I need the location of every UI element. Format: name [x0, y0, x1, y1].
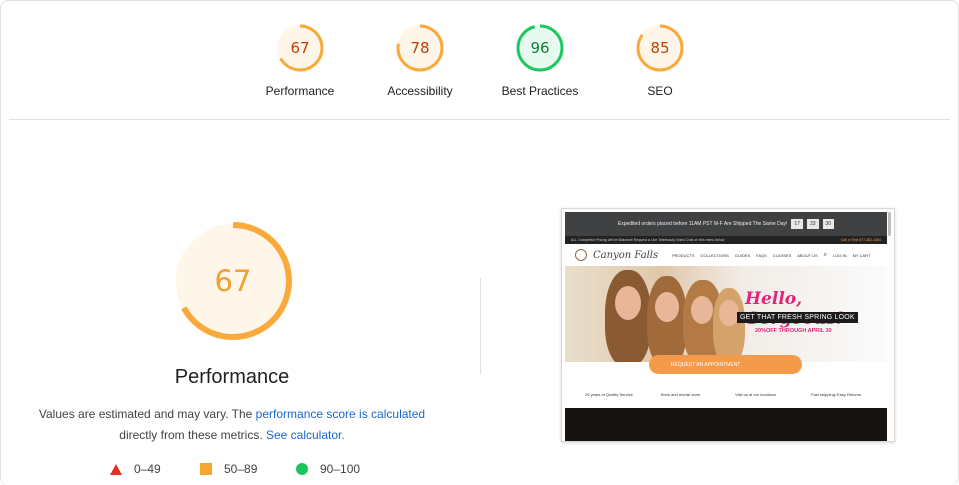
vertical-divider: [480, 278, 481, 374]
nav-collections: COLLECTIONS: [700, 252, 729, 258]
hero-face: [691, 296, 713, 324]
appointment-label: REQUEST AN APPOINTMENT: [671, 361, 741, 368]
nav-cart: MY CART: [852, 252, 871, 258]
site-nav: Canyon Falls PRODUCTS COLLECTIONS GUIDES…: [565, 244, 887, 266]
gauge-ring: 85: [636, 24, 684, 72]
site-logo: Canyon Falls: [593, 249, 659, 261]
gauge-ring: 67: [276, 24, 324, 72]
dark-section: [565, 408, 887, 441]
countdown-hours: 17: [791, 219, 803, 229]
feature-store: Brick and mortar store: [661, 392, 701, 397]
feature-shipping: Fast shipping/ Easy Returns: [811, 392, 862, 397]
legend-range: 50–89: [224, 462, 258, 476]
legend-average: 50–89: [200, 462, 257, 476]
search-icon: ⌕: [823, 251, 827, 258]
countdown-minutes: 33: [806, 219, 819, 229]
score-summary: 67 Performance 78 Accessibility 96 Best …: [0, 22, 959, 112]
nav-classes: CLASSES: [772, 252, 792, 258]
feature-locations: Visit us at our locations: [735, 392, 777, 397]
score-calculated-link[interactable]: performance score is calculated: [256, 407, 425, 421]
hero-face: [655, 292, 679, 322]
gauge-label: Accessibility: [387, 84, 453, 98]
gauge-score: 96: [530, 39, 549, 57]
feature-service: 25 years of Quality Service: [585, 392, 633, 397]
final-screenshot[interactable]: Expedited orders placed before 11AM PST …: [561, 208, 895, 442]
gauge-label: Best Practices: [501, 84, 579, 98]
gauge-score: 67: [290, 39, 309, 57]
gauge-seo[interactable]: 85 SEO: [605, 22, 715, 98]
hero-subhead: GET THAT FRESH SPRING LOOK: [737, 312, 858, 323]
nav-products: PRODUCTS: [672, 252, 695, 258]
logo-mark-icon: [575, 249, 587, 261]
note-text-2: directly from these metrics.: [119, 428, 266, 442]
gauge-ring: 78: [396, 24, 444, 72]
nav-faqs: FAQS: [756, 252, 767, 258]
circle-icon: [296, 463, 308, 475]
triangle-icon: [110, 463, 122, 475]
hero-headline: Hello, Gorgeous!: [745, 289, 843, 329]
countdown-seconds: 30: [822, 219, 835, 229]
section-divider: [9, 119, 950, 120]
gauge-label: SEO: [647, 84, 673, 98]
gauge-performance[interactable]: 67 Performance: [245, 22, 355, 98]
performance-score-large: 67: [215, 264, 252, 298]
performance-title: Performance: [174, 366, 290, 388]
gauge-accessibility[interactable]: 78 Accessibility: [365, 22, 475, 98]
gauge-score: 78: [410, 39, 429, 57]
gauge-ring: 96: [516, 24, 564, 72]
notice-bar: ALL Competitor Pricing will be Matched! …: [565, 236, 887, 244]
legend-range: 90–100: [320, 462, 361, 476]
hero-offer: 20%OFF THROUGH APRIL 30: [755, 328, 832, 334]
call-text: Call or Text 877-382-1454: [840, 238, 881, 242]
hero-face: [719, 300, 739, 326]
score-note: Values are estimated and may vary. The p…: [30, 404, 434, 446]
promo-banner: Expedited orders placed before 11AM PST …: [565, 212, 887, 236]
gauge-score: 85: [650, 39, 669, 57]
score-legend: 0–49 50–89 90–100: [0, 462, 500, 482]
legend-range: 0–49: [134, 462, 161, 476]
scrollbar-thumb: [888, 212, 891, 236]
nav-guides: GUIDES: [734, 252, 751, 258]
notice-text: ALL Competitor Pricing will be Matched! …: [571, 238, 725, 242]
gauge-best-practices[interactable]: 96 Best Practices: [485, 22, 595, 98]
hero-face: [615, 286, 641, 320]
gauge-label: Performance: [265, 84, 335, 98]
feature-strip: 25 years of Quality Service Brick and mo…: [565, 388, 887, 410]
hero-banner: Hello, Gorgeous! GET THAT FRESH SPRING L…: [565, 266, 887, 362]
square-icon: [200, 463, 212, 475]
note-text: Values are estimated and may vary. The: [38, 407, 256, 421]
nav-about: ABOUT US: [797, 252, 818, 258]
legend-fail: 0–49: [110, 462, 161, 476]
nav-login: LOG IN: [833, 252, 847, 258]
performance-gauge-large: 67: [174, 222, 292, 340]
banner-text: Expedited orders placed before 11AM PST …: [617, 221, 788, 227]
see-calculator-link[interactable]: See calculator.: [266, 428, 345, 442]
legend-pass: 90–100: [296, 462, 360, 476]
appointment-button: REQUEST AN APPOINTMENT: [649, 355, 802, 374]
